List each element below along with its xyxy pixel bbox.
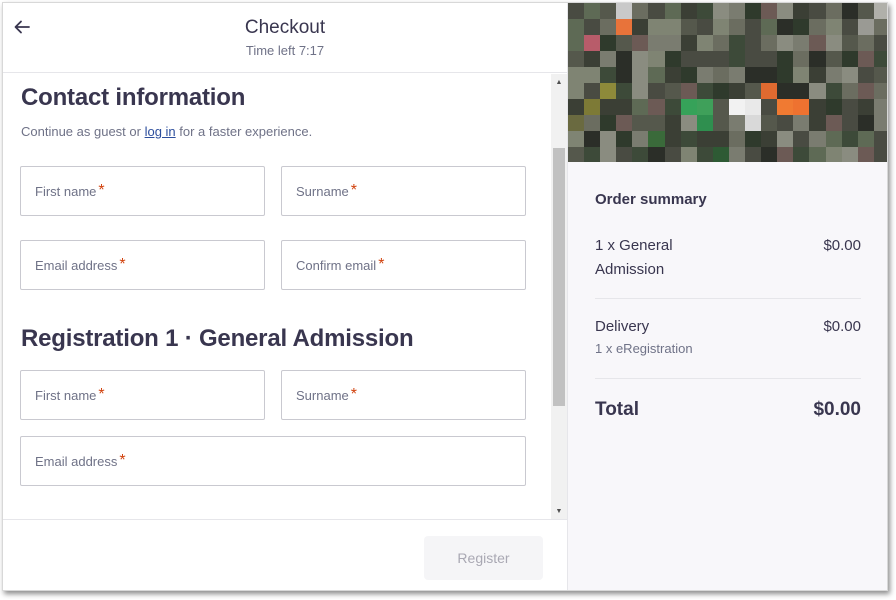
register-button[interactable]: Register bbox=[424, 536, 543, 580]
confirm-email-field[interactable]: Confirm email * bbox=[281, 240, 526, 290]
required-marker: * bbox=[378, 256, 385, 273]
registration-first-name-field[interactable]: First name * bbox=[20, 370, 265, 420]
email-label: Email address bbox=[35, 257, 118, 273]
required-marker: * bbox=[98, 386, 105, 403]
order-summary-title: Order summary bbox=[595, 191, 707, 208]
order-summary-pane: Order summary 1 x General Admission $0.0… bbox=[567, 3, 887, 590]
summary-item-price: $0.00 bbox=[823, 237, 861, 254]
checkout-form-pane: Checkout Time left 7:17 Contact informat… bbox=[3, 3, 567, 590]
email-field[interactable]: Email address * bbox=[20, 240, 265, 290]
scrollbar-thumb[interactable] bbox=[553, 148, 565, 406]
registration-first-name-label: First name bbox=[35, 387, 97, 403]
order-total: Total $0.00 bbox=[595, 399, 861, 421]
form-scroll-area[interactable]: Contact information Continue as guest or… bbox=[3, 74, 551, 519]
summary-item-general-admission: 1 x General Admission $0.00 bbox=[595, 234, 861, 282]
required-marker: * bbox=[98, 182, 105, 199]
login-link[interactable]: log in bbox=[145, 124, 176, 139]
registration-section-title: Registration 1 · General Admission bbox=[21, 325, 414, 352]
contact-section-title: Contact information bbox=[21, 84, 246, 111]
summary-item-subtext: 1 x eRegistration bbox=[595, 341, 693, 356]
registration-surname-field[interactable]: Surname * bbox=[281, 370, 526, 420]
required-marker: * bbox=[350, 386, 357, 403]
summary-item-price: $0.00 bbox=[823, 318, 861, 335]
scroll-down-arrow-icon[interactable]: ▼ bbox=[551, 503, 567, 519]
registration-email-label: Email address bbox=[35, 453, 118, 469]
checkout-footer: Register bbox=[3, 519, 567, 590]
total-value: $0.00 bbox=[813, 399, 861, 420]
hint-text-before: Continue as guest or bbox=[21, 124, 145, 139]
confirm-email-label: Confirm email bbox=[296, 257, 377, 273]
hint-text-after: for a faster experience. bbox=[175, 124, 313, 139]
summary-item-delivery: Delivery $0.00 1 x eRegistration bbox=[595, 315, 861, 356]
first-name-field[interactable]: First name * bbox=[20, 166, 265, 216]
guest-hint: Continue as guest or log in for a faster… bbox=[21, 124, 312, 139]
time-left-text: Time left 7:17 bbox=[245, 43, 325, 58]
event-image-pixels bbox=[568, 3, 887, 162]
surname-field[interactable]: Surname * bbox=[281, 166, 526, 216]
summary-divider bbox=[595, 378, 861, 379]
summary-divider bbox=[595, 298, 861, 299]
surname-label: Surname bbox=[296, 183, 349, 199]
page-title: Checkout bbox=[244, 17, 326, 38]
event-image bbox=[568, 3, 887, 162]
checkout-window: Checkout Time left 7:17 Contact informat… bbox=[2, 2, 888, 591]
summary-item-name: 1 x General Admission bbox=[595, 237, 673, 278]
first-name-label: First name bbox=[35, 183, 97, 199]
required-marker: * bbox=[119, 452, 126, 469]
required-marker: * bbox=[119, 256, 126, 273]
form-scrollbar[interactable]: ▲ ▼ bbox=[551, 74, 567, 519]
registration-email-field[interactable]: Email address * bbox=[20, 436, 526, 486]
scroll-up-arrow-icon[interactable]: ▲ bbox=[551, 74, 567, 90]
required-marker: * bbox=[350, 182, 357, 199]
checkout-header: Checkout Time left 7:17 bbox=[3, 3, 567, 73]
summary-item-name: Delivery bbox=[595, 318, 650, 335]
registration-surname-label: Surname bbox=[296, 387, 349, 403]
